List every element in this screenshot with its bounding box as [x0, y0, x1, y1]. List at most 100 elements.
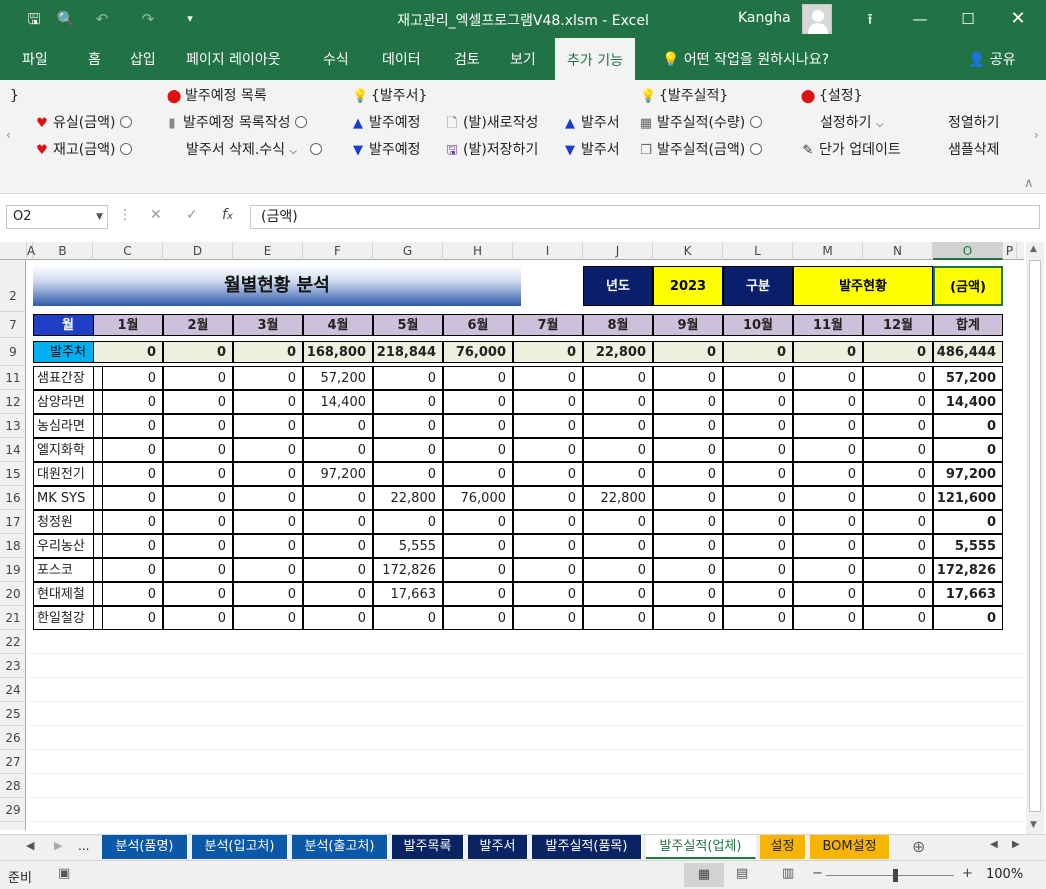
- enter-icon[interactable]: ✓: [186, 207, 198, 223]
- vendor-value-cell[interactable]: 0: [653, 414, 723, 438]
- row-header-19[interactable]: 19: [0, 558, 26, 582]
- zoom-slider-thumb[interactable]: [893, 869, 898, 882]
- tab-view[interactable]: 보기: [510, 38, 536, 80]
- column-header-e[interactable]: E: [233, 242, 303, 260]
- vendor-value-cell[interactable]: 0: [723, 534, 793, 558]
- column-header-p[interactable]: P: [1003, 242, 1017, 260]
- vendor-value-cell[interactable]: 0: [373, 510, 443, 534]
- vendor-value-cell[interactable]: 0: [93, 510, 163, 534]
- vendor-value-cell[interactable]: 0: [793, 366, 863, 390]
- vendor-value-cell[interactable]: 0: [793, 558, 863, 582]
- vendor-value-cell[interactable]: 0: [653, 366, 723, 390]
- vendor-value-cell[interactable]: 0: [303, 534, 373, 558]
- vendor-value-cell[interactable]: 0: [793, 582, 863, 606]
- column-header-c[interactable]: C: [93, 242, 163, 260]
- vendor-value-cell[interactable]: 5,555: [373, 534, 443, 558]
- vendor-value-cell[interactable]: 0: [793, 534, 863, 558]
- vendor-value-cell[interactable]: 0: [443, 606, 513, 630]
- tab-file[interactable]: 파일: [22, 38, 48, 80]
- radio-icon[interactable]: [119, 143, 132, 155]
- vendor-value-cell[interactable]: 0: [163, 366, 233, 390]
- vendor-value-cell[interactable]: 0: [93, 462, 163, 486]
- vendor-value-cell[interactable]: 0: [443, 438, 513, 462]
- summary-cell[interactable]: 76,000: [443, 341, 513, 363]
- row-header-20[interactable]: 20: [0, 582, 26, 606]
- vendor-value-cell[interactable]: 0: [513, 366, 583, 390]
- sheet-tab[interactable]: 발주실적(품목): [532, 835, 642, 859]
- vendor-value-cell[interactable]: 0: [303, 606, 373, 630]
- column-header-n[interactable]: N: [863, 242, 933, 260]
- ribbon-scroll-right-icon[interactable]: ›: [1034, 128, 1039, 142]
- summary-cell[interactable]: 0: [163, 341, 233, 363]
- column-header-o[interactable]: O: [933, 242, 1003, 260]
- radio-icon[interactable]: [749, 116, 762, 128]
- vendor-value-cell[interactable]: 0: [653, 438, 723, 462]
- vendor-total[interactable]: 121,600: [933, 486, 1003, 510]
- vendor-value-cell[interactable]: 0: [863, 366, 933, 390]
- zoom-level[interactable]: 100%: [986, 867, 1023, 882]
- vendor-value-cell[interactable]: 0: [863, 534, 933, 558]
- vendor-value-cell[interactable]: 0: [93, 366, 163, 390]
- vendor-value-cell[interactable]: 0: [443, 390, 513, 414]
- page-layout-view-icon[interactable]: ▤: [736, 866, 748, 881]
- select-all-corner[interactable]: [0, 242, 27, 260]
- vendor-value-cell[interactable]: 0: [93, 486, 163, 510]
- ribbon-order-plan-up[interactable]: ▲ 발주예정: [350, 112, 421, 134]
- formula-input[interactable]: (금액): [250, 205, 1040, 229]
- hscroll-right-icon[interactable]: ▶: [1012, 839, 1020, 850]
- tab-add-ins[interactable]: 추가 기능: [555, 38, 635, 80]
- ribbon-results-quantity[interactable]: ▦ 발주실적(수량): [638, 112, 762, 134]
- zoom-slider[interactable]: [826, 875, 954, 876]
- vendor-value-cell[interactable]: 0: [93, 414, 163, 438]
- unit-value-selected-cell[interactable]: (금액): [933, 266, 1003, 306]
- vendor-total[interactable]: 57,200: [933, 366, 1003, 390]
- tab-home[interactable]: 홈: [88, 38, 101, 80]
- vendor-value-cell[interactable]: 0: [443, 462, 513, 486]
- vendor-value-cell[interactable]: 0: [163, 582, 233, 606]
- vendor-total[interactable]: 0: [933, 510, 1003, 534]
- vendor-value-cell[interactable]: 0: [303, 558, 373, 582]
- vendor-value-cell[interactable]: 172,826: [373, 558, 443, 582]
- tab-page-layout[interactable]: 페이지 레이아웃: [186, 38, 281, 80]
- summary-cell[interactable]: 168,800: [303, 341, 373, 363]
- vendor-value-cell[interactable]: 0: [723, 486, 793, 510]
- vendor-value-cell[interactable]: 22,800: [373, 486, 443, 510]
- vendor-value-cell[interactable]: 0: [793, 438, 863, 462]
- vendor-value-cell[interactable]: 0: [863, 606, 933, 630]
- ribbon-header-order-results[interactable]: 💡 {발주실적}: [640, 85, 728, 107]
- vendor-value-cell[interactable]: 0: [93, 558, 163, 582]
- worksheet[interactable]: 월별현황 분석 년도 2023 구분 발주현황 (금액) 월 1월 2월 3월 4월 5월 6월 7월 8월…: [27, 260, 1024, 830]
- vendor-value-cell[interactable]: 0: [513, 582, 583, 606]
- row-header-23[interactable]: 23: [0, 654, 26, 678]
- vendor-value-cell[interactable]: 0: [163, 414, 233, 438]
- column-header-g[interactable]: G: [373, 242, 443, 260]
- column-header-i[interactable]: I: [513, 242, 583, 260]
- row-header-15[interactable]: 15: [0, 462, 26, 486]
- vendor-value-cell[interactable]: 0: [863, 510, 933, 534]
- row-header-28[interactable]: 28: [0, 774, 26, 798]
- vendor-value-cell[interactable]: 0: [373, 438, 443, 462]
- vendor-value-cell[interactable]: 0: [653, 510, 723, 534]
- vendor-value-cell[interactable]: 0: [863, 438, 933, 462]
- row-header-16[interactable]: 16: [0, 486, 26, 510]
- vendor-value-cell[interactable]: 0: [863, 390, 933, 414]
- vendor-value-cell[interactable]: 97,200: [303, 462, 373, 486]
- vendor-value-cell[interactable]: 0: [723, 366, 793, 390]
- share-button[interactable]: 👤 공유: [968, 38, 1016, 80]
- ribbon-delete-samples[interactable]: 샘플삭제: [948, 139, 1032, 161]
- ribbon-header-order-plan[interactable]: ⬤ 발주예정 목록: [166, 85, 267, 107]
- radio-icon[interactable]: [294, 116, 307, 128]
- vendor-value-cell[interactable]: 0: [163, 606, 233, 630]
- vendor-value-cell[interactable]: 0: [233, 366, 303, 390]
- ribbon-order-plan-down[interactable]: ▼ 발주예정: [350, 139, 421, 161]
- vendor-value-cell[interactable]: 0: [863, 558, 933, 582]
- summary-cell[interactable]: 0: [653, 341, 723, 363]
- vendor-value-cell[interactable]: 0: [163, 390, 233, 414]
- vendor-value-cell[interactable]: 0: [443, 366, 513, 390]
- tab-scroll-left-icon[interactable]: ◀: [26, 839, 34, 852]
- type-value[interactable]: 발주현황: [793, 266, 933, 306]
- summary-cell[interactable]: 22,800: [583, 341, 653, 363]
- vendor-value-cell[interactable]: 0: [163, 486, 233, 510]
- vendor-value-cell[interactable]: 0: [373, 606, 443, 630]
- vendor-value-cell[interactable]: 0: [863, 582, 933, 606]
